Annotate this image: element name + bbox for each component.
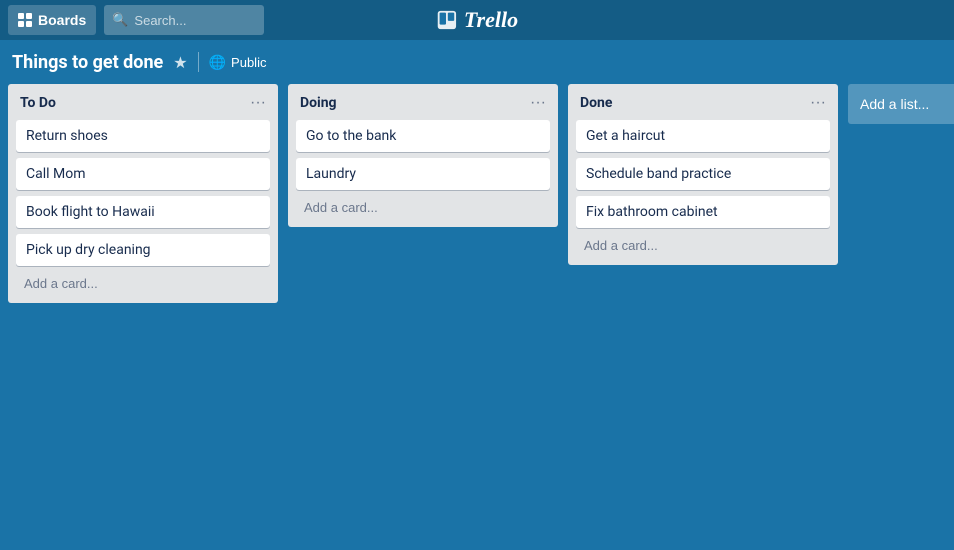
- list-menu-button-todo[interactable]: ···: [250, 94, 266, 112]
- lists-container: To Do ··· Return shoes Call Mom Book flight …: [0, 84, 954, 303]
- add-card-button-todo[interactable]: Add a card...: [16, 272, 270, 295]
- star-icon[interactable]: ★: [173, 53, 187, 72]
- list-doing: Doing ··· Go to the bank Laundry Add a card.…: [288, 84, 558, 227]
- card-c6[interactable]: Laundry: [296, 158, 550, 190]
- card-c3[interactable]: Book flight to Hawaii: [16, 196, 270, 228]
- trello-logo-icon: [436, 9, 458, 31]
- list-header-done: Done ···: [576, 92, 830, 114]
- globe-icon: 🌐: [209, 54, 226, 71]
- list-menu-button-done[interactable]: ···: [810, 94, 826, 112]
- search-bar[interactable]: 🔍: [104, 5, 264, 35]
- board-header: Things to get done ★ 🌐 Public: [0, 40, 954, 84]
- header-divider: [198, 52, 199, 72]
- boards-label: Boards: [38, 12, 86, 28]
- card-c7[interactable]: Get a haircut: [576, 120, 830, 152]
- add-list-button[interactable]: Add a list...: [848, 84, 954, 124]
- search-input[interactable]: [134, 13, 254, 28]
- visibility-label: Public: [231, 55, 266, 70]
- top-navigation: Boards 🔍 Trello: [0, 0, 954, 40]
- card-c8[interactable]: Schedule band practice: [576, 158, 830, 190]
- trello-logo: Trello: [436, 7, 518, 33]
- card-c1[interactable]: Return shoes: [16, 120, 270, 152]
- list-title-done: Done: [580, 95, 612, 111]
- list-todo: To Do ··· Return shoes Call Mom Book flight …: [8, 84, 278, 303]
- search-icon: 🔍: [112, 13, 128, 28]
- list-header-todo: To Do ···: [16, 92, 270, 114]
- card-c5[interactable]: Go to the bank: [296, 120, 550, 152]
- app-title: Trello: [464, 7, 518, 33]
- list-done: Done ··· Get a haircut Schedule band practi…: [568, 84, 838, 265]
- board-title: Things to get done: [12, 52, 163, 73]
- list-header-doing: Doing ···: [296, 92, 550, 114]
- list-menu-button-doing[interactable]: ···: [530, 94, 546, 112]
- card-c4[interactable]: Pick up dry cleaning: [16, 234, 270, 266]
- visibility-button[interactable]: 🌐 Public: [209, 54, 267, 71]
- card-c9[interactable]: Fix bathroom cabinet: [576, 196, 830, 228]
- add-card-button-done[interactable]: Add a card...: [576, 234, 830, 257]
- boards-button[interactable]: Boards: [8, 5, 96, 35]
- list-title-doing: Doing: [300, 95, 337, 111]
- add-card-button-doing[interactable]: Add a card...: [296, 196, 550, 219]
- boards-icon: [18, 13, 32, 27]
- card-c2[interactable]: Call Mom: [16, 158, 270, 190]
- list-title-todo: To Do: [20, 95, 56, 111]
